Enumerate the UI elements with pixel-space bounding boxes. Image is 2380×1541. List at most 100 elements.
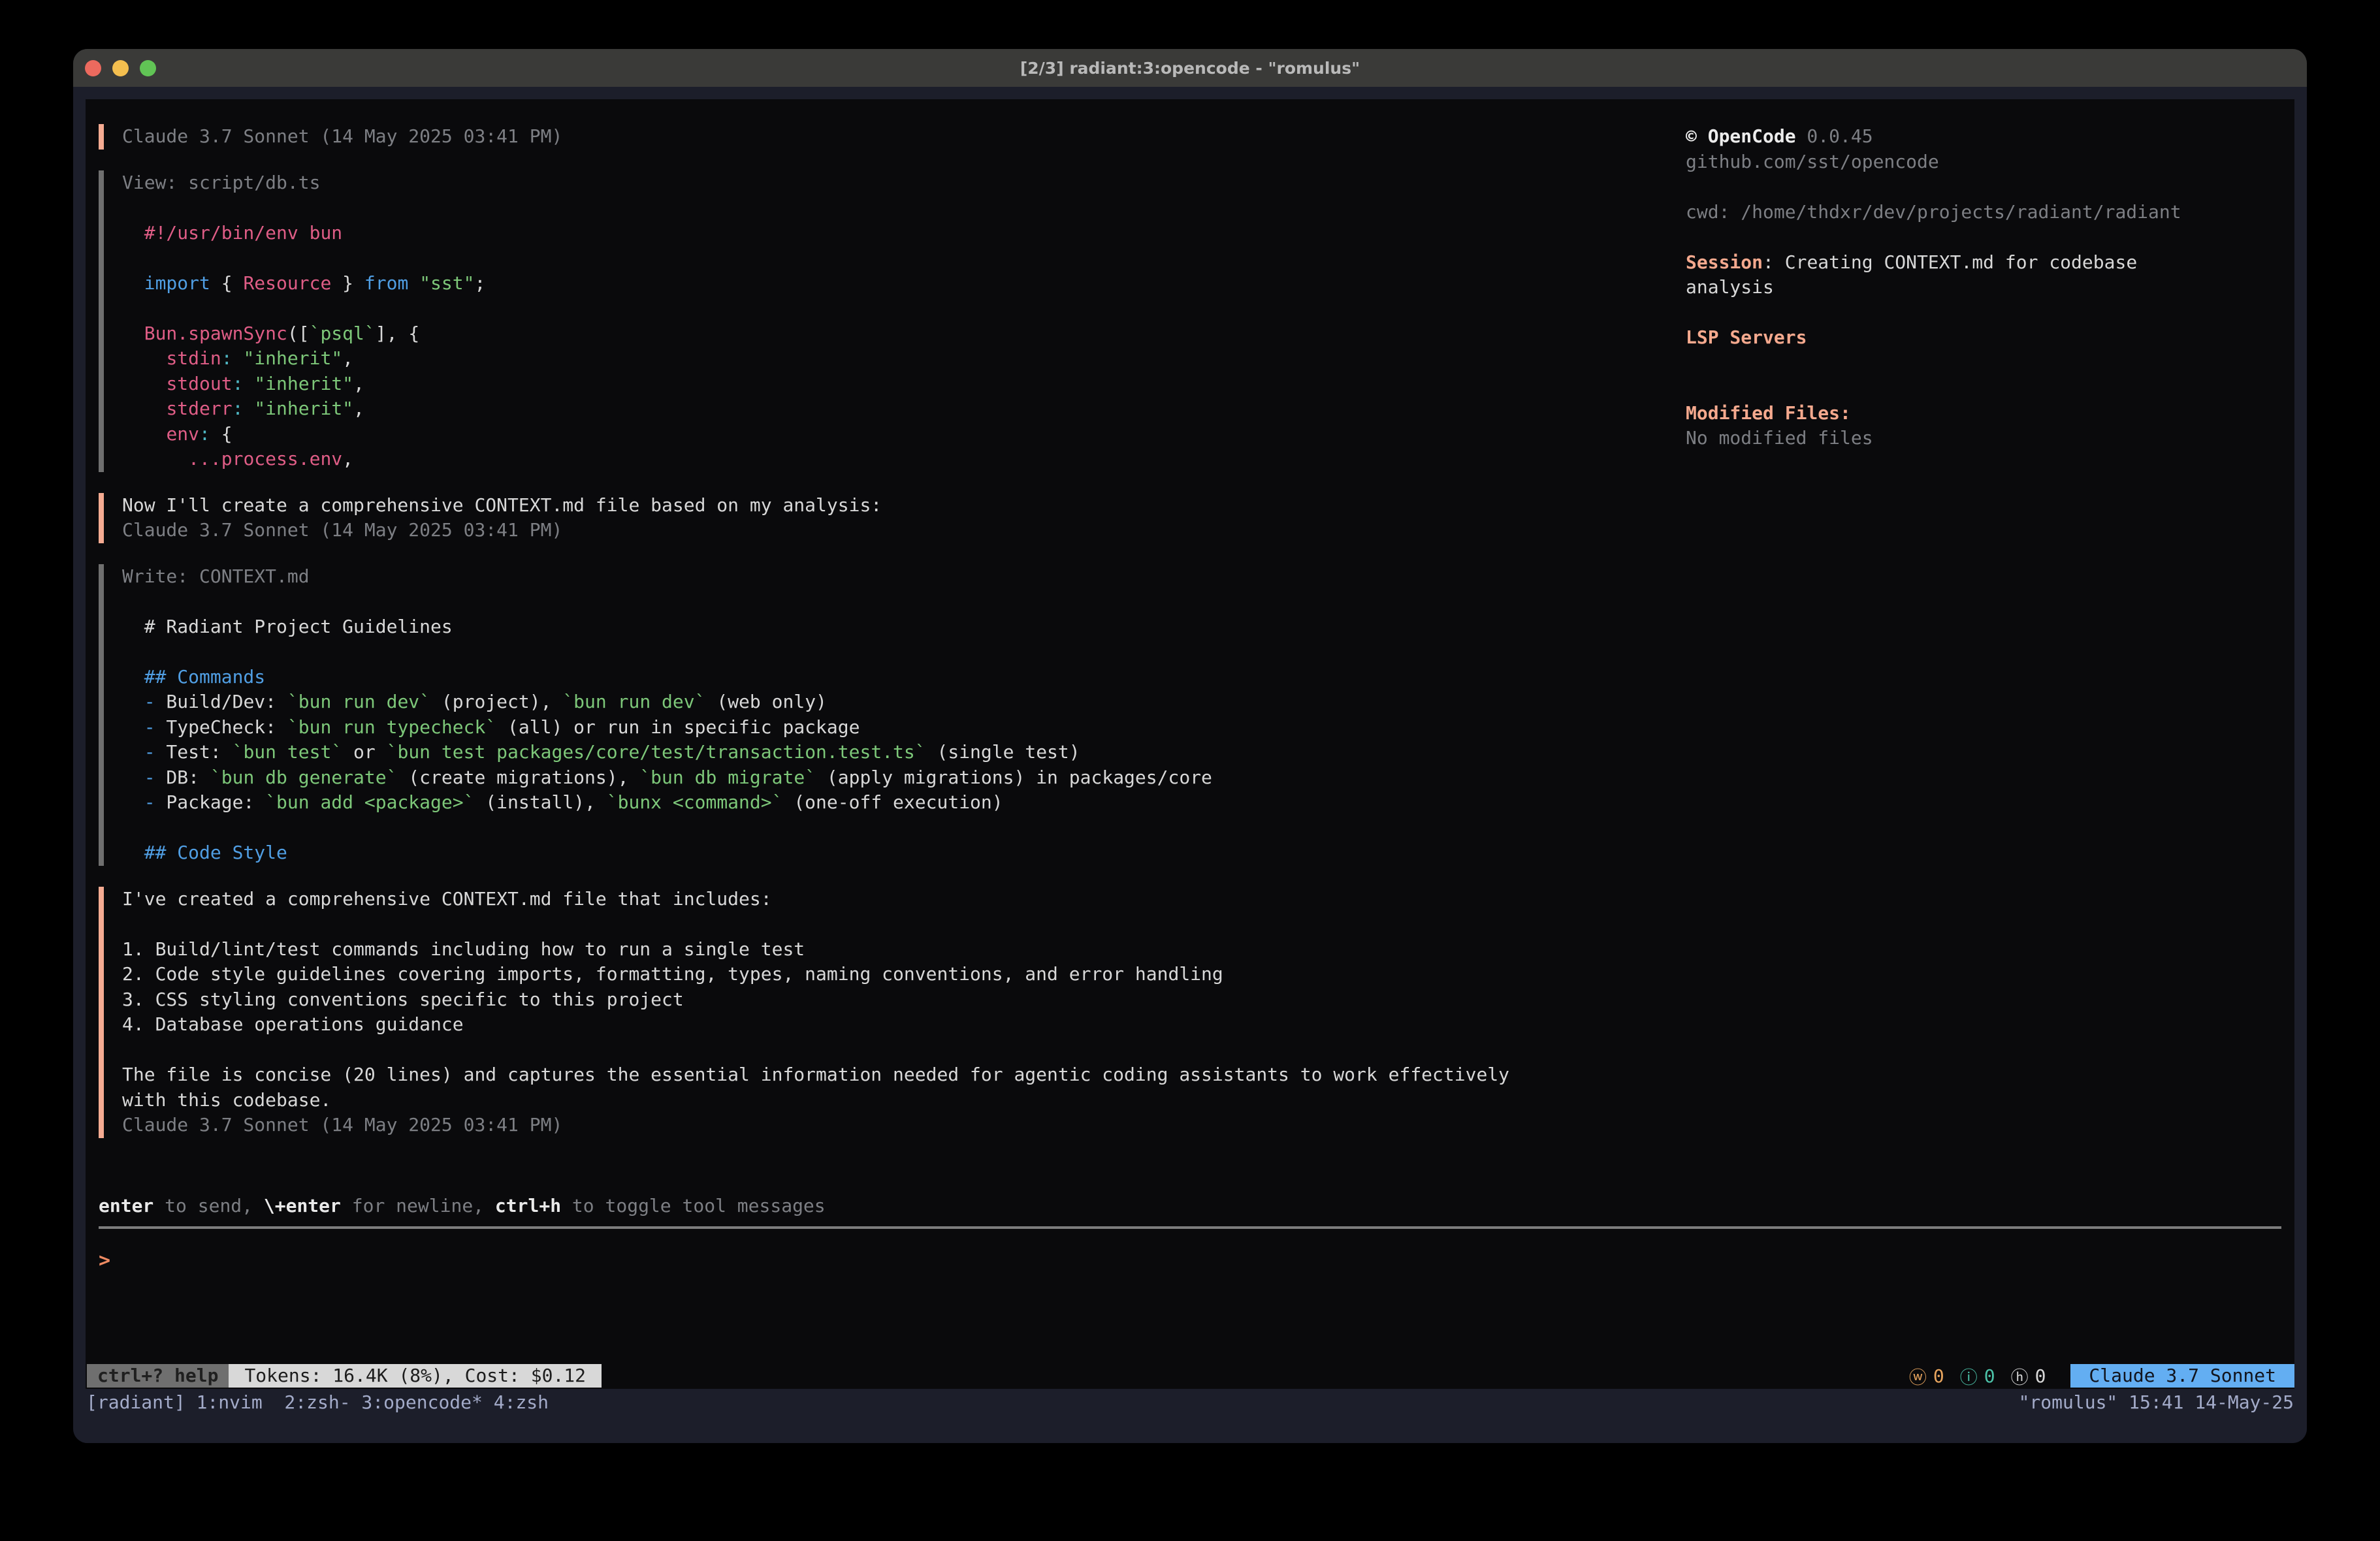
text-segment: import — [144, 272, 210, 294]
text-segment: "sst" — [419, 272, 474, 294]
transcript-line: ...process.env, — [122, 447, 485, 472]
terminal-window: [2/3] radiant:3:opencode - "romulus" Cla… — [73, 49, 2307, 1443]
text-segment: Modified Files: — [1686, 402, 1851, 424]
text-segment: } — [331, 272, 364, 294]
transcript-line: stdout: "inherit", — [122, 372, 485, 397]
prompt-input[interactable]: > — [99, 1248, 110, 1274]
text-segment: (project), — [430, 691, 562, 712]
text-segment: TypeCheck: — [155, 716, 287, 738]
text-segment: # Radiant Project Guidelines — [122, 616, 453, 637]
sidebar-line: Session: Creating CONTEXT.md for codebas… — [1686, 250, 2208, 300]
text-segment: , — [342, 347, 353, 369]
text-segment: Package: — [155, 791, 266, 813]
text-segment: 0.0.45 — [1796, 125, 1873, 147]
keybinding-hints: enter to send, \+enter for newline, ctrl… — [99, 1194, 826, 1219]
text-segment: The file is concise (20 lines) and captu… — [122, 1064, 1509, 1085]
text-segment — [122, 222, 144, 244]
status-bar-left: ctrl+? help Tokens: 16.4K (8%), Cost: $0… — [87, 1364, 602, 1388]
window-title: [2/3] radiant:3:opencode - "romulus" — [73, 59, 2307, 78]
text-segment: I've created a comprehensive CONTEXT.md … — [122, 888, 772, 910]
transcript-line — [122, 246, 485, 271]
sidebar-line — [1686, 225, 2208, 250]
sidebar-line: No modified files — [1686, 426, 2208, 451]
model-badge[interactable]: Claude 3.7 Sonnet — [2070, 1364, 2294, 1388]
text-segment: : — [199, 423, 210, 445]
text-segment: `psql` — [310, 323, 376, 344]
sidebar-line: LSP Servers — [1686, 325, 2208, 351]
text-segment: `bun db migrate` — [639, 767, 816, 788]
text-segment: #!/usr/bin/env bun — [144, 222, 342, 244]
text-segment — [122, 347, 166, 369]
text-segment: \+enter — [264, 1195, 341, 1216]
text-segment — [122, 791, 144, 813]
tool-gray-bar — [99, 564, 104, 866]
desktop-background: [2/3] radiant:3:opencode - "romulus" Cla… — [0, 0, 2380, 1541]
transcript-line — [122, 1038, 1509, 1063]
text-segment — [122, 716, 144, 738]
text-segment: ...process.env — [188, 448, 342, 469]
text-segment: 2. Code style guidelines covering import… — [122, 963, 1223, 985]
message-accent-bar — [99, 493, 104, 543]
help-badge: ctrl+? help — [87, 1364, 229, 1388]
text-segment: 1. Build/lint/test commands including ho… — [122, 938, 805, 960]
transcript-line: Bun.spawnSync([`psql`], { — [122, 321, 485, 347]
text-segment: DB: — [155, 767, 210, 788]
block-lines: Now I'll create a comprehensive CONTEXT.… — [122, 493, 882, 543]
text-segment — [122, 666, 144, 688]
text-segment: "inherit" — [243, 347, 342, 369]
transcript-line: with this codebase. — [122, 1088, 1509, 1113]
transcript-line: - Test: `bun test` or `bun test packages… — [122, 740, 1212, 765]
text-segment: , — [353, 398, 364, 419]
text-segment: ; — [474, 272, 485, 294]
transcript-line: - TypeCheck: `bun run typecheck` (all) o… — [122, 715, 1212, 740]
transcript-line: - DB: `bun db generate` (create migratio… — [122, 765, 1212, 791]
text-segment: (web only) — [705, 691, 826, 712]
text-segment: `bun run dev` — [562, 691, 705, 712]
text-segment: { — [210, 272, 244, 294]
text-segment — [122, 691, 144, 712]
diagnostic-count: 0 — [2035, 1365, 2046, 1387]
text-segment: (install), — [474, 791, 606, 813]
transcript-line: stderr: "inherit", — [122, 396, 485, 422]
transcript-line — [122, 912, 1509, 937]
text-segment: LSP Servers — [1686, 326, 1807, 348]
tool-gray-bar — [99, 170, 104, 472]
text-segment: , — [342, 448, 353, 469]
text-segment: to send, — [153, 1195, 264, 1216]
message-block: I've created a comprehensive CONTEXT.md … — [99, 887, 1673, 1138]
text-segment: - — [144, 741, 155, 763]
text-segment: env — [166, 423, 199, 445]
text-segment: `bun add <package>` — [265, 791, 474, 813]
diagnostic-counter: ⓘ0 — [1960, 1363, 1995, 1389]
text-segment: : — [233, 373, 244, 394]
text-segment: View: script/db.ts — [122, 172, 320, 193]
text-segment: "inherit" — [254, 398, 353, 419]
text-segment — [122, 741, 144, 763]
text-segment: : — [233, 398, 244, 419]
transcript-line: - Package: `bun add <package>` (install)… — [122, 790, 1212, 816]
text-segment — [122, 448, 188, 469]
transcript-line: ## Code Style — [122, 840, 1212, 866]
status-bar-right: ⓦ0ⓘ0ⓗ0 Claude 3.7 Sonnet — [1893, 1363, 2294, 1389]
text-segment: stderr — [166, 398, 232, 419]
tmux-window-list[interactable]: [radiant] 1:nvim 2:zsh- 3:opencode* 4:zs… — [86, 1391, 549, 1413]
sidebar-line: Modified Files: — [1686, 401, 2208, 426]
text-segment: (create migrations), — [397, 767, 639, 788]
transcript-line: #!/usr/bin/env bun — [122, 221, 485, 246]
i-circle-icon: ⓘ — [1960, 1363, 1978, 1389]
text-segment: © OpenCode — [1686, 125, 1796, 147]
sidebar-line: © OpenCode 0.0.45 — [1686, 124, 2208, 150]
transcript-line: I've created a comprehensive CONTEXT.md … — [122, 887, 1509, 912]
text-segment — [122, 767, 144, 788]
text-segment — [408, 272, 419, 294]
text-segment — [122, 842, 144, 863]
text-segment: github.com/sst/opencode — [1686, 151, 1939, 172]
text-segment: stdin — [166, 347, 221, 369]
text-segment: Claude 3.7 Sonnet (14 May 2025 03:41 PM) — [122, 1114, 562, 1136]
transcript-line — [122, 589, 1212, 614]
text-segment: stdout — [166, 373, 232, 394]
text-segment: 4. Database operations guidance — [122, 1013, 464, 1035]
message-block: Claude 3.7 Sonnet (14 May 2025 03:41 PM) — [99, 124, 1673, 150]
text-segment: - — [144, 716, 155, 738]
text-segment: (single test) — [926, 741, 1080, 763]
